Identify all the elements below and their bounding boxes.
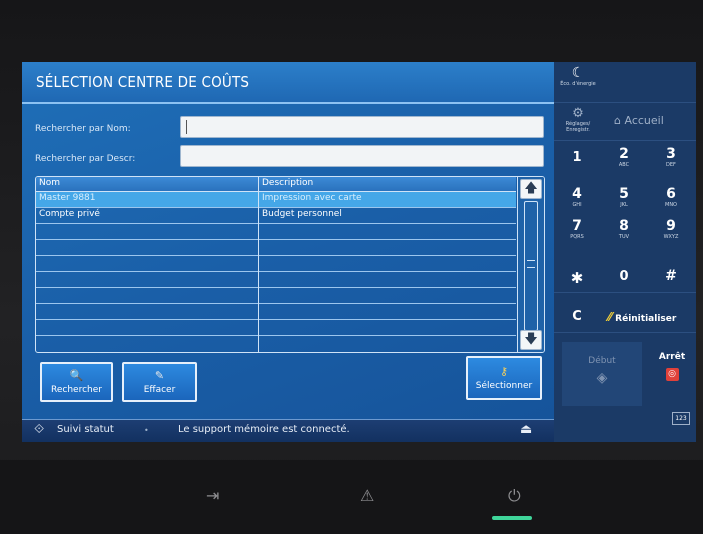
warning-icon: ⚠ [360, 486, 375, 505]
table-row-empty[interactable] [36, 256, 516, 272]
start-icon: ◈ [596, 370, 608, 386]
cost-center-list: Nom Description Master 9881 Impression a… [35, 176, 545, 353]
energy-saver-label: Éco. d'énergie [560, 81, 596, 87]
status-bar: ⟐ Suivi statut • Le support mémoire est … [22, 419, 554, 442]
scroll-track[interactable] [524, 201, 538, 331]
row-description: Impression avec carte [262, 193, 362, 203]
key-8[interactable]: 8 TUV [602, 218, 646, 240]
key-star[interactable]: ✱ [556, 269, 598, 287]
settings-button[interactable]: ⚙ Réglages/ Enregistr. [556, 106, 600, 133]
status-message: Le support mémoire est connecté. [178, 424, 350, 435]
key-9[interactable]: 9 WXYZ [648, 218, 694, 240]
stop-button[interactable]: Arrêt ◎ [650, 352, 694, 381]
reset-button[interactable]: ⁄⁄ Réinitialiser [608, 310, 696, 324]
device-lower-bezel [0, 460, 703, 534]
key-7[interactable]: 7 PQRS [556, 218, 598, 240]
search-descr-label: Rechercher par Descr: [35, 154, 136, 164]
column-header-description: Description [262, 178, 314, 188]
key-5[interactable]: 5 JKL [602, 186, 646, 208]
keyboard-toggle[interactable]: 123 [672, 412, 690, 425]
panel-divider [554, 102, 696, 103]
start-button[interactable]: Début ◈ [562, 342, 642, 406]
gear-icon: ⚙ [572, 106, 584, 121]
table-row[interactable]: Master 9881 Impression avec carte [36, 192, 516, 208]
clear-button[interactable]: ✎ Effacer [122, 362, 197, 402]
text-cursor [186, 120, 187, 134]
panel-divider [554, 332, 696, 333]
table-row-empty[interactable] [36, 272, 516, 288]
key-3[interactable]: 3 DEF [648, 146, 694, 168]
job-status-icon: ⟐ [34, 422, 45, 437]
info-icon: • [144, 426, 149, 435]
eraser-icon: ✎ [154, 369, 165, 382]
settings-label: Réglages/ Enregistr. [565, 121, 591, 133]
clear-button-label: Effacer [143, 385, 176, 395]
job-status-button[interactable]: Suivi statut [57, 424, 114, 435]
start-label: Début [588, 356, 616, 366]
select-button[interactable]: ⚷ Sélectionner [466, 356, 542, 400]
reset-label: Réinitialiser [615, 314, 677, 324]
key-1[interactable]: 1 [556, 150, 598, 165]
magnifier-icon: 🔍 [69, 369, 84, 382]
reset-icon: ⁄⁄ [608, 310, 613, 324]
row-name: Compte privé [39, 209, 100, 219]
table-row-empty[interactable] [36, 336, 516, 351]
table-row-empty[interactable] [36, 224, 516, 240]
search-name-label: Rechercher par Nom: [35, 124, 131, 134]
row-name: Master 9881 [39, 193, 96, 203]
column-header-name: Nom [39, 178, 61, 188]
panel-divider [554, 292, 696, 293]
search-button[interactable]: 🔍 Rechercher [40, 362, 113, 402]
key-icon: ⚷ [499, 365, 509, 378]
table-row-empty[interactable] [36, 320, 516, 336]
search-descr-input[interactable] [180, 145, 544, 167]
table-row-empty[interactable] [36, 288, 516, 304]
home-label: Accueil [624, 114, 664, 127]
scroll-down-icon[interactable]: 🡇 [520, 330, 542, 350]
key-2[interactable]: 2 ABC [602, 146, 646, 168]
panel-divider [554, 140, 696, 141]
power-led [492, 516, 532, 520]
scroll-thumb[interactable] [527, 260, 535, 268]
energy-saver-button[interactable]: ☾ Éco. d'énergie [556, 65, 600, 87]
key-hash[interactable]: # [648, 268, 694, 284]
stop-label: Arrêt [658, 352, 686, 362]
key-4[interactable]: 4 GHI [556, 186, 598, 208]
search-button-label: Rechercher [51, 385, 102, 395]
row-description: Budget personnel [262, 209, 342, 219]
home-icon: ⌂ [614, 114, 621, 127]
eject-icon[interactable]: ⏏ [520, 422, 532, 437]
page-title: SÉLECTION CENTRE DE COÛTS [36, 73, 250, 91]
home-button[interactable]: ⌂ Accueil [604, 114, 694, 127]
moon-icon: ☾ [571, 65, 585, 81]
column-divider [258, 177, 259, 352]
select-button-label: Sélectionner [475, 381, 533, 391]
search-name-input[interactable] [180, 116, 544, 138]
table-row-empty[interactable] [36, 240, 516, 256]
table-row-empty[interactable] [36, 304, 516, 320]
key-6[interactable]: 6 MNO [648, 186, 694, 208]
clear-key[interactable]: C [556, 309, 598, 324]
control-panel: ☾ Éco. d'énergie ⚙ Réglages/ Enregistr. … [554, 62, 696, 442]
list-header: Nom Description [36, 177, 516, 192]
title-bar: SÉLECTION CENTRE DE COÛTS [22, 62, 554, 104]
key-0[interactable]: 0 [602, 269, 646, 284]
scroll-up-icon[interactable]: 🡅 [520, 179, 542, 199]
stop-icon: ◎ [665, 368, 679, 381]
list-scrollbar[interactable]: 🡅 🡇 [517, 177, 544, 352]
table-row[interactable]: Compte privé Budget personnel [36, 208, 516, 224]
login-icon[interactable]: ⇥ [206, 486, 219, 505]
touch-screen: SÉLECTION CENTRE DE COÛTS Rechercher par… [22, 62, 696, 442]
power-icon[interactable]: ⏻ [508, 486, 521, 506]
